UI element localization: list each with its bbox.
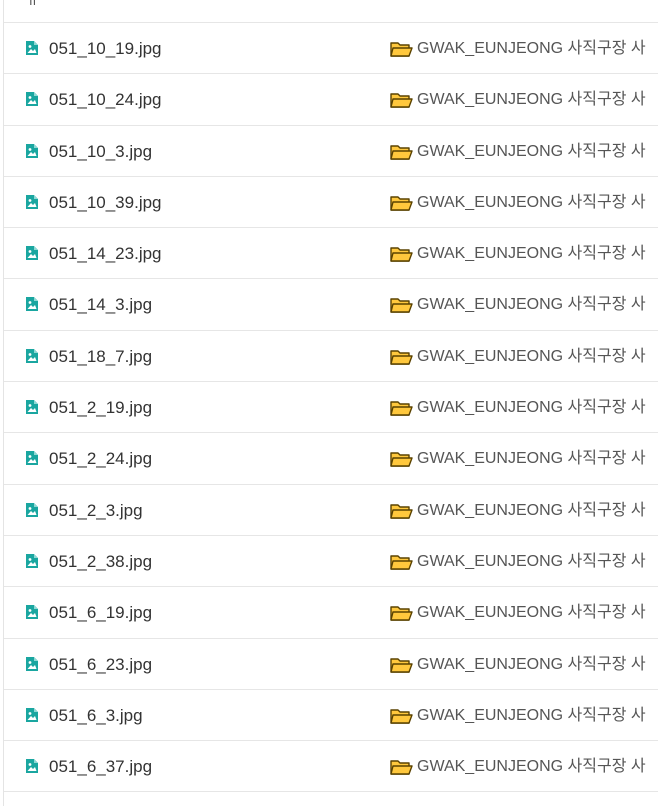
image-file-icon <box>25 656 39 672</box>
file-location[interactable]: GWAK_EUNJEONG 사직구장 사 <box>417 690 646 741</box>
file-row[interactable]: 051_18_7.jpg GWAK_EUNJEONG 사직구장 사 <box>4 331 658 383</box>
file-row[interactable]: 051_6_23.jpg GWAK_EUNJEONG 사직구장 사 <box>4 639 658 690</box>
file-name[interactable]: 051_10_24.jpg <box>49 74 162 125</box>
truncated-cell-mark: ıı <box>29 0 37 8</box>
image-file-icon <box>25 143 39 159</box>
folder-icon <box>390 657 413 674</box>
image-file-icon <box>25 450 39 466</box>
file-location[interactable]: GWAK_EUNJEONG 사직구장 사 <box>417 177 646 228</box>
file-row[interactable]: 051_14_23.jpg GWAK_EUNJEONG 사직구장 사 <box>4 228 658 280</box>
image-file-icon <box>25 502 39 518</box>
folder-icon <box>390 759 413 776</box>
image-file-icon <box>25 604 39 620</box>
image-file-icon <box>25 399 39 415</box>
file-row[interactable]: 051_10_3.jpg GWAK_EUNJEONG 사직구장 사 <box>4 126 658 177</box>
file-row[interactable]: 051_2_24.jpg GWAK_EUNJEONG 사직구장 사 <box>4 433 658 485</box>
file-location[interactable]: GWAK_EUNJEONG 사직구장 사 <box>417 741 646 792</box>
file-location[interactable]: GWAK_EUNJEONG 사직구장 사 <box>417 228 646 279</box>
file-location[interactable]: GWAK_EUNJEONG 사직구장 사 <box>417 331 646 382</box>
image-file-icon <box>25 194 39 210</box>
file-row[interactable]: 051_10_39.jpg GWAK_EUNJEONG 사직구장 사 <box>4 177 658 229</box>
file-location[interactable]: GWAK_EUNJEONG 사직구장 사 <box>417 587 646 638</box>
image-file-icon <box>25 91 39 107</box>
folder-icon <box>390 503 413 520</box>
file-name[interactable]: 051_18_7.jpg <box>49 331 152 382</box>
file-location[interactable]: GWAK_EUNJEONG 사직구장 사 <box>417 433 646 484</box>
folder-icon <box>390 554 413 571</box>
image-file-icon <box>25 758 39 774</box>
image-file-icon <box>25 348 39 364</box>
folder-icon <box>390 708 413 725</box>
file-name[interactable]: 051_2_3.jpg <box>49 485 143 536</box>
file-location[interactable]: GWAK_EUNJEONG 사직구장 사 <box>417 536 646 587</box>
file-name[interactable]: 051_10_19.jpg <box>49 23 162 74</box>
file-name[interactable]: 051_14_23.jpg <box>49 228 162 279</box>
folder-icon <box>390 451 413 468</box>
file-row[interactable]: 051_6_19.jpg GWAK_EUNJEONG 사직구장 사 <box>4 587 658 639</box>
file-name[interactable]: 051_6_37.jpg <box>49 741 152 792</box>
folder-icon <box>390 144 413 161</box>
file-location[interactable]: GWAK_EUNJEONG 사직구장 사 <box>417 126 646 177</box>
file-row[interactable]: 051_6_37.jpg GWAK_EUNJEONG 사직구장 사 <box>4 741 658 793</box>
file-name[interactable]: 051_6_23.jpg <box>49 639 152 690</box>
folder-icon <box>390 349 413 366</box>
file-name[interactable]: 051_10_39.jpg <box>49 177 162 228</box>
file-name[interactable]: 051_10_3.jpg <box>49 126 152 177</box>
file-row[interactable]: 051_10_19.jpg GWAK_EUNJEONG 사직구장 사 <box>4 23 658 75</box>
file-location[interactable]: GWAK_EUNJEONG 사직구장 사 <box>417 74 646 125</box>
folder-icon <box>390 92 413 109</box>
file-row[interactable]: 051_6_3.jpg GWAK_EUNJEONG 사직구장 사 <box>4 690 658 742</box>
image-file-icon <box>25 40 39 56</box>
file-row[interactable]: 051_2_38.jpg GWAK_EUNJEONG 사직구장 사 <box>4 536 658 588</box>
file-location[interactable]: GWAK_EUNJEONG 사직구장 사 <box>417 279 646 330</box>
file-row[interactable]: 051_14_3.jpg GWAK_EUNJEONG 사직구장 사 <box>4 279 658 331</box>
file-name[interactable]: 051_14_3.jpg <box>49 279 152 330</box>
file-location[interactable]: GWAK_EUNJEONG 사직구장 사 <box>417 485 646 536</box>
folder-icon <box>390 297 413 314</box>
image-file-icon <box>25 245 39 261</box>
file-name[interactable]: 051_2_38.jpg <box>49 536 152 587</box>
file-list-panel: ıı 051_10_19.jpg GWAK_EUNJEONG 사직구장 사 051_… <box>0 0 658 806</box>
file-row[interactable]: 051_10_24.jpg GWAK_EUNJEONG 사직구장 사 <box>4 74 658 126</box>
file-name[interactable]: 051_2_24.jpg <box>49 433 152 484</box>
file-rows: 051_10_19.jpg GWAK_EUNJEONG 사직구장 사 051_10_… <box>4 23 658 793</box>
file-row[interactable]: 051_2_19.jpg GWAK_EUNJEONG 사직구장 사 <box>4 382 658 434</box>
image-file-icon <box>25 296 39 312</box>
folder-icon <box>390 400 413 417</box>
folder-icon <box>390 41 413 58</box>
image-file-icon <box>25 553 39 569</box>
folder-icon <box>390 246 413 263</box>
file-name[interactable]: 051_2_19.jpg <box>49 382 152 433</box>
folder-icon <box>390 605 413 622</box>
file-location[interactable]: GWAK_EUNJEONG 사직구장 사 <box>417 382 646 433</box>
file-name[interactable]: 051_6_3.jpg <box>49 690 143 741</box>
file-row[interactable]: 051_2_3.jpg GWAK_EUNJEONG 사직구장 사 <box>4 485 658 536</box>
file-location[interactable]: GWAK_EUNJEONG 사직구장 사 <box>417 639 646 690</box>
folder-icon <box>390 195 413 212</box>
image-file-icon <box>25 707 39 723</box>
file-location[interactable]: GWAK_EUNJEONG 사직구장 사 <box>417 23 646 74</box>
previous-row-remnant: ıı <box>4 0 658 23</box>
file-name[interactable]: 051_6_19.jpg <box>49 587 152 638</box>
